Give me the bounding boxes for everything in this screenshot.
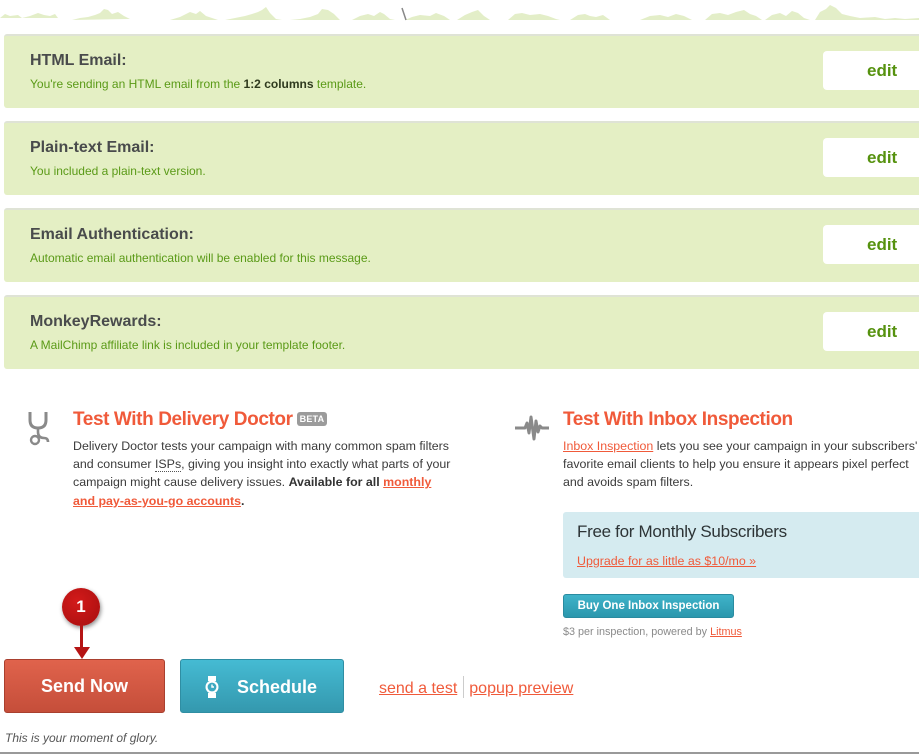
inbox-inspection-section: Test With Inbox Inspection Inbox Inspect… — [563, 409, 919, 492]
note-text: $3 per inspection, powered by — [563, 626, 711, 638]
tagline: This is your moment of glory. — [5, 731, 159, 745]
delivery-doctor-description: Delivery Doctor tests your campaign with… — [73, 437, 453, 510]
check-plain-text-email: Plain-text Email: You included a plain-t… — [4, 121, 919, 195]
section-heading: Test With Delivery Doctor — [73, 409, 293, 430]
check-title: HTML Email: — [30, 52, 127, 69]
check-title: Email Authentication: — [30, 226, 194, 243]
upsell-title: Free for Monthly Subscribers — [577, 522, 787, 541]
delivery-doctor-title: Test With Delivery Doctor BETA — [73, 409, 453, 431]
check-email-authentication: Email Authentication: Automatic email au… — [4, 208, 919, 282]
schedule-button[interactable]: Schedule — [180, 659, 344, 713]
inbox-inspection-title: Test With Inbox Inspection — [563, 409, 793, 430]
edit-html-email-button[interactable]: edit — [823, 51, 919, 90]
inbox-inspection-link[interactable]: Inbox Inspection — [563, 439, 653, 453]
desc-text: You're sending an HTML email from the — [30, 77, 244, 91]
inbox-inspection-description: Inbox Inspection lets you see your campa… — [563, 437, 919, 492]
beta-badge: BETA — [296, 412, 328, 426]
pulse-icon — [515, 413, 549, 448]
delivery-doctor-section: Test With Delivery Doctor BETA Delivery D… — [73, 409, 453, 510]
check-description: You included a plain-text version. — [30, 164, 206, 178]
desc-text: template. — [313, 77, 367, 91]
isps-abbreviation[interactable]: ISPs — [154, 457, 182, 473]
edit-plain-text-button[interactable]: edit — [823, 138, 919, 177]
body-text: . — [241, 493, 245, 508]
send-now-button[interactable]: Send Now — [4, 659, 165, 713]
edit-monkey-rewards-button[interactable]: edit — [823, 312, 919, 351]
link-divider — [463, 676, 465, 698]
step-marker: 1 — [62, 588, 100, 626]
check-monkey-rewards: MonkeyRewards: A MailChimp affiliate lin… — [4, 295, 919, 369]
template-name: 1:2 columns — [243, 77, 314, 91]
availability-text: Available for all — [288, 475, 380, 490]
check-description: You're sending an HTML email from the 1:… — [30, 77, 366, 91]
marker-arrow-head — [74, 647, 90, 659]
check-description: A MailChimp affiliate link is included i… — [30, 338, 346, 352]
decorative-chart-strip — [0, 0, 919, 22]
buy-inbox-inspection-button[interactable]: Buy One Inbox Inspection — [563, 594, 734, 618]
watch-icon — [204, 676, 220, 703]
preview-links: send a test popup preview — [379, 676, 573, 698]
pricing-note: $3 per inspection, powered by Litmus — [563, 626, 742, 638]
stethoscope-icon — [27, 410, 51, 451]
edit-authentication-button[interactable]: edit — [823, 225, 919, 264]
check-title: MonkeyRewards: — [30, 313, 162, 330]
sparkline-decoration — [0, 5, 919, 21]
check-description: Automatic email authentication will be e… — [30, 251, 371, 265]
upgrade-link[interactable]: Upgrade for as little as $10/mo » — [577, 554, 756, 568]
popup-preview-link[interactable]: popup preview — [469, 680, 573, 697]
check-title: Plain-text Email: — [30, 139, 155, 156]
check-html-email: HTML Email: You're sending an HTML email… — [4, 34, 919, 108]
send-test-link[interactable]: send a test — [379, 680, 457, 697]
schedule-label: Schedule — [237, 677, 318, 697]
litmus-link[interactable]: Litmus — [710, 626, 742, 638]
monthly-subscriber-upsell: Free for Monthly Subscribers Upgrade for… — [563, 512, 919, 578]
